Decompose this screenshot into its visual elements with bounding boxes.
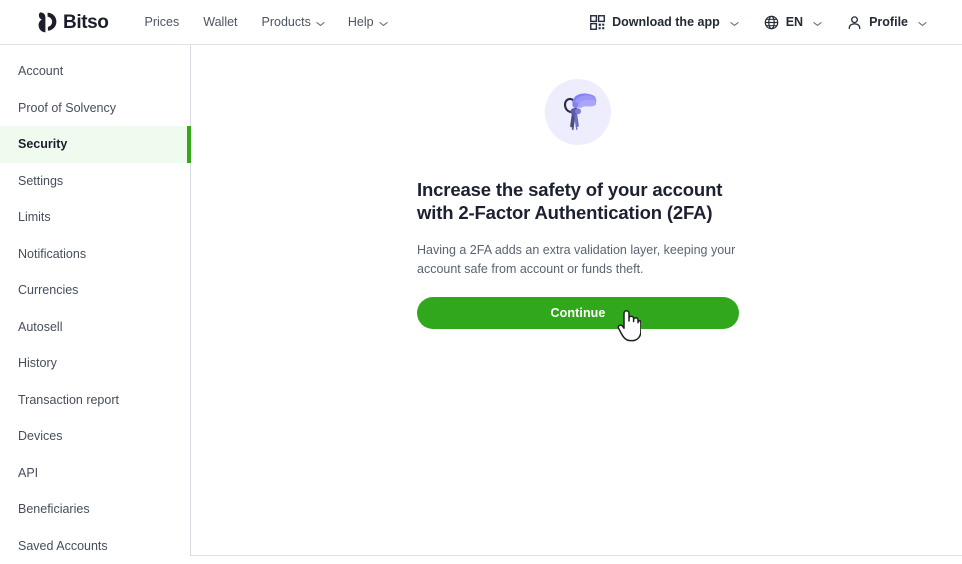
download-the-app-menu[interactable]: Download the app <box>590 14 739 30</box>
sidebar-item-autosell[interactable]: Autosell <box>0 309 190 346</box>
sidebar-item-limits[interactable]: Limits <box>0 199 190 236</box>
sidebar-item-settings[interactable]: Settings <box>0 163 190 200</box>
sidebar-item-label: Currencies <box>18 283 79 298</box>
sidebar-item-api[interactable]: API <box>0 455 190 492</box>
bitso-wordmark: Bitso <box>63 11 109 33</box>
sidebar-item-label: History <box>18 356 57 371</box>
profile-menu[interactable]: Profile <box>847 15 927 30</box>
chevron-down-icon <box>316 21 325 26</box>
sidebar-item-security[interactable]: Security <box>0 126 191 163</box>
hand-holding-keys-icon <box>545 79 611 145</box>
sidebar-item-label: Transaction report <box>18 392 119 407</box>
sidebar-item-transaction-report[interactable]: Transaction report <box>0 382 190 419</box>
sidebar-item-label: Limits <box>18 210 51 225</box>
chevron-down-icon <box>730 21 739 26</box>
top-header: Bitso Prices Wallet Products Help Downlo… <box>0 0 962 45</box>
app-root: Bitso Prices Wallet Products Help Downlo… <box>0 0 962 564</box>
bitso-logo[interactable]: Bitso <box>38 11 109 33</box>
bitso-logo-icon <box>38 11 57 33</box>
language-label: EN <box>785 15 804 29</box>
sidebar-item-label: Security <box>18 137 68 152</box>
profile-label: Profile <box>869 15 908 29</box>
nav-item-wallet[interactable]: Wallet <box>203 15 237 29</box>
sidebar-item-label: Beneficiaries <box>18 502 90 517</box>
sidebar-item-label: Account <box>18 64 64 79</box>
chevron-down-icon <box>918 21 927 26</box>
sidebar-item-label: Proof of Solvency <box>18 100 116 115</box>
page-title: Increase the safety of your account with… <box>417 179 723 224</box>
sidebar-item-beneficiaries[interactable]: Beneficiaries <box>0 491 190 528</box>
continue-button[interactable]: Continue <box>417 297 739 330</box>
chevron-down-icon <box>378 21 388 26</box>
main-navigation: Prices Wallet Products Help <box>145 15 388 29</box>
settings-sidebar: Account Proof of Solvency Security Setti… <box>0 45 191 556</box>
sidebar-item-label: API <box>18 465 39 480</box>
sidebar-item-label: Settings <box>18 173 64 188</box>
sidebar-item-label: Devices <box>18 429 63 444</box>
user-icon <box>847 15 862 30</box>
nav-label: Products <box>261 15 311 29</box>
sidebar-item-notifications[interactable]: Notifications <box>0 236 190 273</box>
qr-code-icon <box>590 14 606 30</box>
nav-item-products[interactable]: Products <box>261 15 325 29</box>
download-app-label: Download the app <box>612 15 720 29</box>
sidebar-item-label: Saved Accounts <box>18 538 108 553</box>
two-factor-auth-panel: Increase the safety of your account with… <box>417 79 739 330</box>
nav-label: Wallet <box>203 15 238 29</box>
sidebar-item-history[interactable]: History <box>0 345 190 382</box>
globe-icon <box>764 15 779 30</box>
nav-label: Prices <box>144 15 180 29</box>
language-selector[interactable]: EN <box>764 15 822 30</box>
sidebar-item-label: Notifications <box>18 246 87 261</box>
chevron-down-icon <box>813 21 822 26</box>
sidebar-item-proof-of-solvency[interactable]: Proof of Solvency <box>0 90 190 127</box>
nav-item-prices[interactable]: Prices <box>145 15 180 29</box>
sidebar-item-saved-accounts[interactable]: Saved Accounts <box>0 528 190 564</box>
sidebar-item-devices[interactable]: Devices <box>0 418 190 455</box>
page-description: Having a 2FA adds an extra validation la… <box>417 242 736 276</box>
illustration-wrapper <box>417 79 739 145</box>
sidebar-item-currencies[interactable]: Currencies <box>0 272 190 309</box>
nav-label: Help <box>347 15 374 29</box>
sidebar-item-label: Autosell <box>18 319 63 334</box>
nav-item-help[interactable]: Help <box>347 15 388 29</box>
sidebar-item-account[interactable]: Account <box>0 53 190 90</box>
main-content: Increase the safety of your account with… <box>191 45 962 556</box>
header-right-actions: Download the app EN Profile <box>590 14 927 30</box>
